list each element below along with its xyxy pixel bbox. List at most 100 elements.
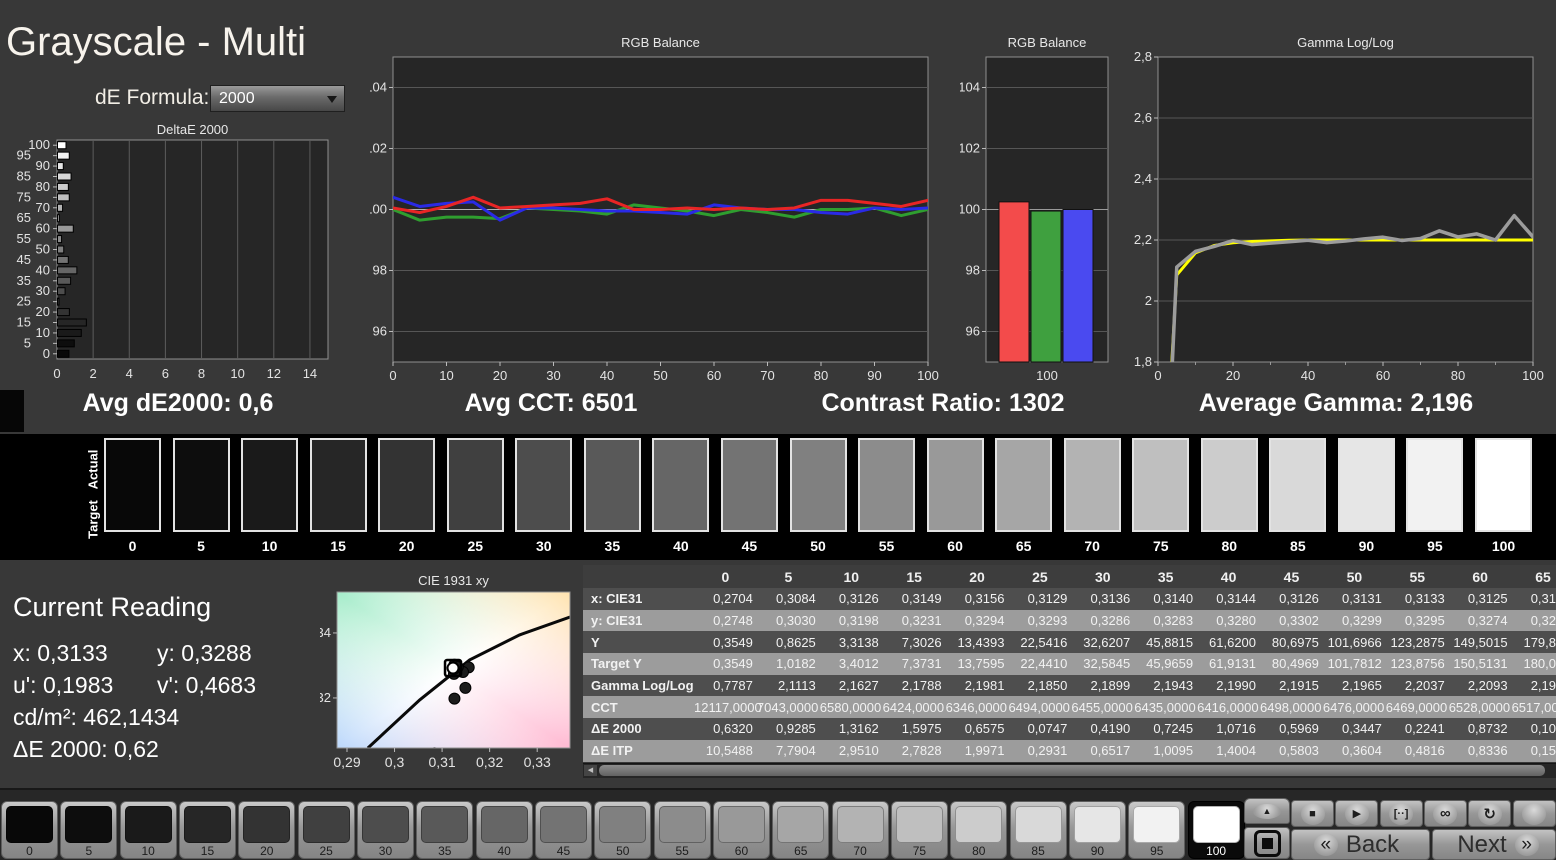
page-title: Grayscale - Multi — [6, 20, 307, 64]
strip-swatch — [241, 438, 299, 532]
grayscale-patch-button[interactable]: 5 — [60, 801, 118, 859]
grayscale-patch-button[interactable]: 45 — [534, 801, 592, 859]
grayscale-patch-button[interactable]: 65 — [772, 801, 830, 859]
scrollbar-thumb[interactable] — [599, 765, 1545, 776]
svg-text:0: 0 — [53, 366, 60, 381]
grayscale-patch-button[interactable]: 85 — [1009, 801, 1067, 859]
table-cell: 7043,0000 — [756, 699, 819, 715]
patch-swatch — [183, 806, 231, 843]
collapse-button[interactable]: ▲ — [1244, 798, 1290, 824]
average-gamma-stat: Average Gamma: 2,196 — [1198, 389, 1474, 417]
grayscale-patch-button[interactable]: 20 — [238, 801, 296, 859]
grayscale-patch-button[interactable]: 90 — [1068, 801, 1126, 859]
table-cell: 2,2037 — [1404, 678, 1445, 694]
table-row-label: x: CIE31 — [591, 591, 643, 607]
back-button[interactable]: « Back — [1291, 829, 1430, 860]
patch-label: 25 — [319, 844, 333, 858]
refresh-button[interactable]: ↻ — [1468, 800, 1512, 827]
table-cell: 0,6575 — [964, 721, 1005, 737]
table-header-cell: 65 — [1535, 568, 1551, 585]
patch-window-button[interactable] — [1244, 827, 1290, 859]
strip-swatch-label: 45 — [741, 538, 758, 554]
play-button[interactable]: ▶ — [1335, 800, 1379, 827]
svg-text:0,31: 0,31 — [428, 754, 455, 770]
strip-swatch-label: 5 — [197, 538, 205, 554]
table-cell: 0,3131 — [1342, 591, 1382, 607]
table-header-cell: 10 — [843, 568, 860, 585]
grayscale-patch-button[interactable]: 15 — [178, 801, 236, 859]
table-header-cell: 20 — [969, 568, 985, 585]
strip-swatch — [1063, 438, 1121, 532]
target-row-label: Target — [85, 500, 101, 539]
grayscale-patch-button[interactable]: 50 — [594, 801, 652, 859]
svg-text:85: 85 — [17, 169, 31, 184]
table-cell: 2,7828 — [901, 743, 942, 759]
grayscale-patch-button[interactable]: 100 — [1187, 801, 1245, 859]
rgb-balance-bar-svg: 96 98 100 102 104 100 — [960, 56, 1109, 383]
svg-text:96: 96 — [373, 324, 387, 339]
grayscale-patch-button[interactable]: 40 — [475, 801, 533, 859]
table-scrollbar[interactable]: ◀ — [583, 763, 1556, 778]
svg-text:25: 25 — [17, 294, 31, 309]
strip-swatch-label: 35 — [604, 538, 621, 554]
next-button[interactable]: Next » — [1432, 829, 1556, 860]
table-header-cell: 5 — [784, 568, 793, 585]
table-row-label: Target Y — [591, 656, 642, 672]
patch-label: 15 — [200, 844, 215, 858]
grayscale-patch-button[interactable]: 75 — [890, 801, 948, 859]
grayscale-patch-button[interactable]: 95 — [1128, 801, 1186, 859]
strip-swatch — [926, 438, 984, 532]
grayscale-patch-button[interactable]: 70 — [831, 801, 889, 859]
grayscale-patch-button[interactable]: 60 — [712, 801, 770, 859]
table-cell: 0,3084 — [776, 591, 816, 607]
table-cell: 10,5488 — [705, 743, 753, 759]
grayscale-patch-button[interactable]: 10 — [119, 801, 177, 859]
patch-swatch — [717, 806, 765, 843]
table-row: CCT 12117,0000 7043,0000 6580,0000 6424,0000… — [583, 696, 1556, 719]
table-cell: 0,3295 — [1404, 613, 1445, 629]
svg-text:80: 80 — [1451, 368, 1465, 383]
table-cell: 0,3133 — [1404, 591, 1445, 607]
svg-text:0,33: 0,33 — [524, 754, 551, 770]
svg-text:5: 5 — [24, 335, 31, 350]
table-cell: 6494,0000 — [1008, 699, 1070, 715]
grayscale-patch-button[interactable]: 25 — [297, 801, 355, 859]
reading-u: u': 0,1983 — [13, 672, 114, 698]
table-cell: 0,3447 — [1342, 721, 1382, 737]
scrollbar-left-arrow-icon[interactable]: ◀ — [584, 765, 597, 776]
table-cell: 0,3129 — [1027, 591, 1068, 607]
patch-swatch — [302, 806, 350, 843]
strip-swatch — [789, 438, 847, 532]
svg-text:40: 40 — [36, 262, 50, 277]
grayscale-patch-button[interactable]: 55 — [653, 801, 711, 859]
loop-button[interactable]: ∞ — [1423, 800, 1467, 827]
rgb-balance-line-chart: RGB Balance 9698100102104010203040506070… — [370, 33, 950, 388]
strip-swatch-label: 60 — [947, 538, 963, 554]
play-icon: ▶ — [1344, 802, 1369, 825]
table-cell: 6346,0000 — [945, 699, 1008, 715]
back-button-label: Back — [1345, 830, 1400, 858]
strip-swatch-label: 65 — [1015, 538, 1032, 554]
table-cell: 149,5015 — [1453, 634, 1508, 650]
de-formula-select[interactable]: 2000 — [210, 85, 345, 112]
svg-text:14: 14 — [303, 366, 317, 381]
stop-button[interactable]: ■ — [1291, 800, 1334, 827]
chevron-down-icon — [327, 96, 337, 103]
table-cell: 6498,0000 — [1260, 699, 1322, 715]
patch-swatch — [895, 806, 943, 843]
grayscale-patch-button[interactable]: 30 — [356, 801, 414, 859]
patch-label: 55 — [675, 844, 689, 858]
strip-swatch — [446, 438, 504, 532]
record-button[interactable] — [1512, 800, 1556, 827]
patch-label: 50 — [616, 844, 630, 858]
table-cell: 45,8815 — [1146, 634, 1194, 650]
patch-label: 90 — [1090, 844, 1105, 858]
table-cell: 0,5803 — [1279, 743, 1319, 759]
interval-button[interactable]: [··] — [1379, 800, 1423, 827]
table-row: ΔE 2000 0,6320 0,9285 1,3162 1,5975 0,6575 0,0… — [583, 718, 1556, 740]
grayscale-patch-button[interactable]: 35 — [416, 801, 474, 859]
svg-text:100: 100 — [917, 368, 939, 383]
grayscale-patch-button[interactable]: 80 — [950, 801, 1008, 859]
grayscale-patch-button[interactable]: 0 — [1, 801, 58, 859]
interval-icon: [··] — [1389, 802, 1414, 825]
